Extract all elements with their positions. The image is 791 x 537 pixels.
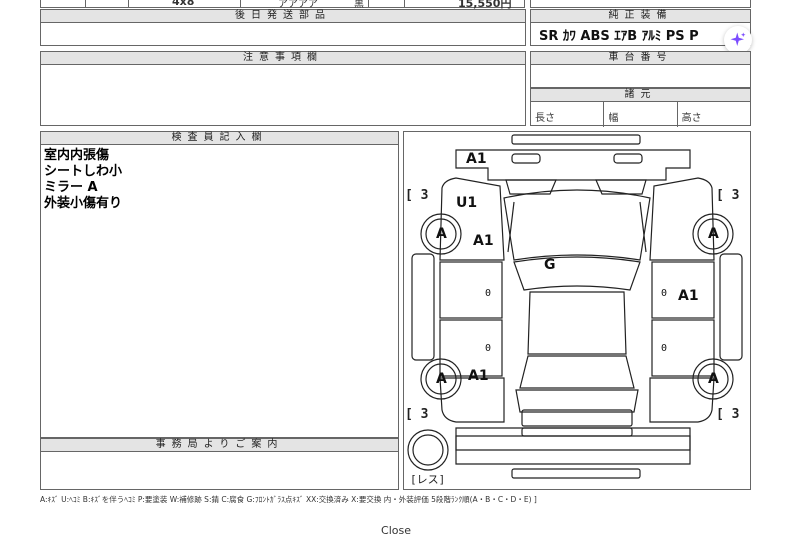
later-parts-box: 後日発送部品 [40, 9, 526, 46]
top-right-row [530, 0, 751, 8]
mark-front-left-tire: [ 3 [405, 188, 429, 203]
mark-right-door-rear-count: 0 [661, 343, 668, 354]
mark-front-right-tire: [ 3 [716, 188, 740, 203]
remark-line: 外装小傷有り [44, 196, 123, 211]
row-divider [368, 0, 369, 8]
mark-left-front-fender: U1 [456, 195, 478, 211]
notes-box: 注意事項欄 [40, 51, 526, 126]
height-cell: 高さ [678, 102, 750, 127]
mark-left-front-wheel: A [436, 226, 447, 242]
mark-rear-left-tire: [ 3 [405, 407, 429, 422]
mark-right-rear-wheel: A [708, 371, 719, 387]
mark-front-bumper: A1 [466, 151, 487, 167]
mark-left-front-door: A1 [473, 233, 494, 249]
office-header: 事務局よりご案内 [41, 439, 398, 452]
dimensions-box: 諸元 長さ 幅 高さ [530, 88, 751, 127]
dimensions-header: 諸元 [531, 89, 750, 102]
mark-left-door-rear-count: 0 [485, 343, 492, 354]
inspector-header: 検査員記入欄 [41, 132, 398, 145]
height-label: 高さ [681, 113, 702, 124]
equipment-value: SR ｶﾜ ABS ｴｱB ｱﾙﾐ PS P [539, 29, 699, 44]
car-diagram: A1 [ 3 [ 3 [ 3 [ 3 U1 A A A A A1 G A1 A1… [403, 131, 751, 490]
mark-right-door-front-count: 0 [661, 288, 668, 299]
close-button[interactable]: Close [370, 524, 422, 537]
mark-hood: G [544, 257, 556, 273]
remark-line: シートしわ小 [44, 164, 123, 179]
length-label: 長さ [535, 113, 555, 124]
later-parts-header: 後日発送部品 [41, 10, 525, 23]
drive-value: 4x8 [172, 0, 195, 8]
remark-line: 室内内張傷 [44, 148, 110, 163]
chassis-box: 車台番号 [530, 51, 751, 88]
damage-legend: A:ｷｽﾞ U:ﾍｺﾐ B:ｷｽﾞを伴うﾍｺﾐ P:要塗装 W:補修跡 S:錆 … [40, 495, 537, 504]
mark-spare: [レス] [410, 473, 446, 486]
mark-rear-right-tire: [ 3 [716, 407, 740, 422]
width-cell: 幅 [604, 102, 678, 127]
remark-line: ミラー A [44, 180, 98, 195]
mark-left-rear-wheel: A [436, 371, 447, 387]
row-divider [404, 0, 405, 8]
ai-assist-button[interactable] [724, 26, 752, 54]
chassis-header: 車台番号 [531, 52, 750, 65]
row-divider [128, 0, 129, 8]
width-label: 幅 [608, 113, 619, 124]
mark-left-rear-door: A1 [468, 368, 489, 384]
inspector-box: 検査員記入欄 室内内張傷 シートしわ小 ミラー A 外装小傷有り [40, 131, 399, 438]
row-divider [240, 0, 241, 8]
equipment-header: 純正装備 [531, 10, 750, 23]
length-cell: 長さ [531, 102, 605, 127]
office-box: 事務局よりご案内 [40, 438, 399, 490]
mark-right-front-wheel: A [708, 226, 719, 242]
mark-right-doors: A1 [678, 288, 699, 304]
sparkle-icon [730, 32, 746, 46]
car-outline [407, 134, 743, 479]
equipment-box: 純正装備 SR ｶﾜ ABS ｴｱB ｱﾙﾐ PS P [530, 9, 751, 46]
mark-left-door-front-count: 0 [485, 288, 492, 299]
notes-header: 注意事項欄 [41, 52, 525, 65]
row-divider [85, 0, 86, 8]
